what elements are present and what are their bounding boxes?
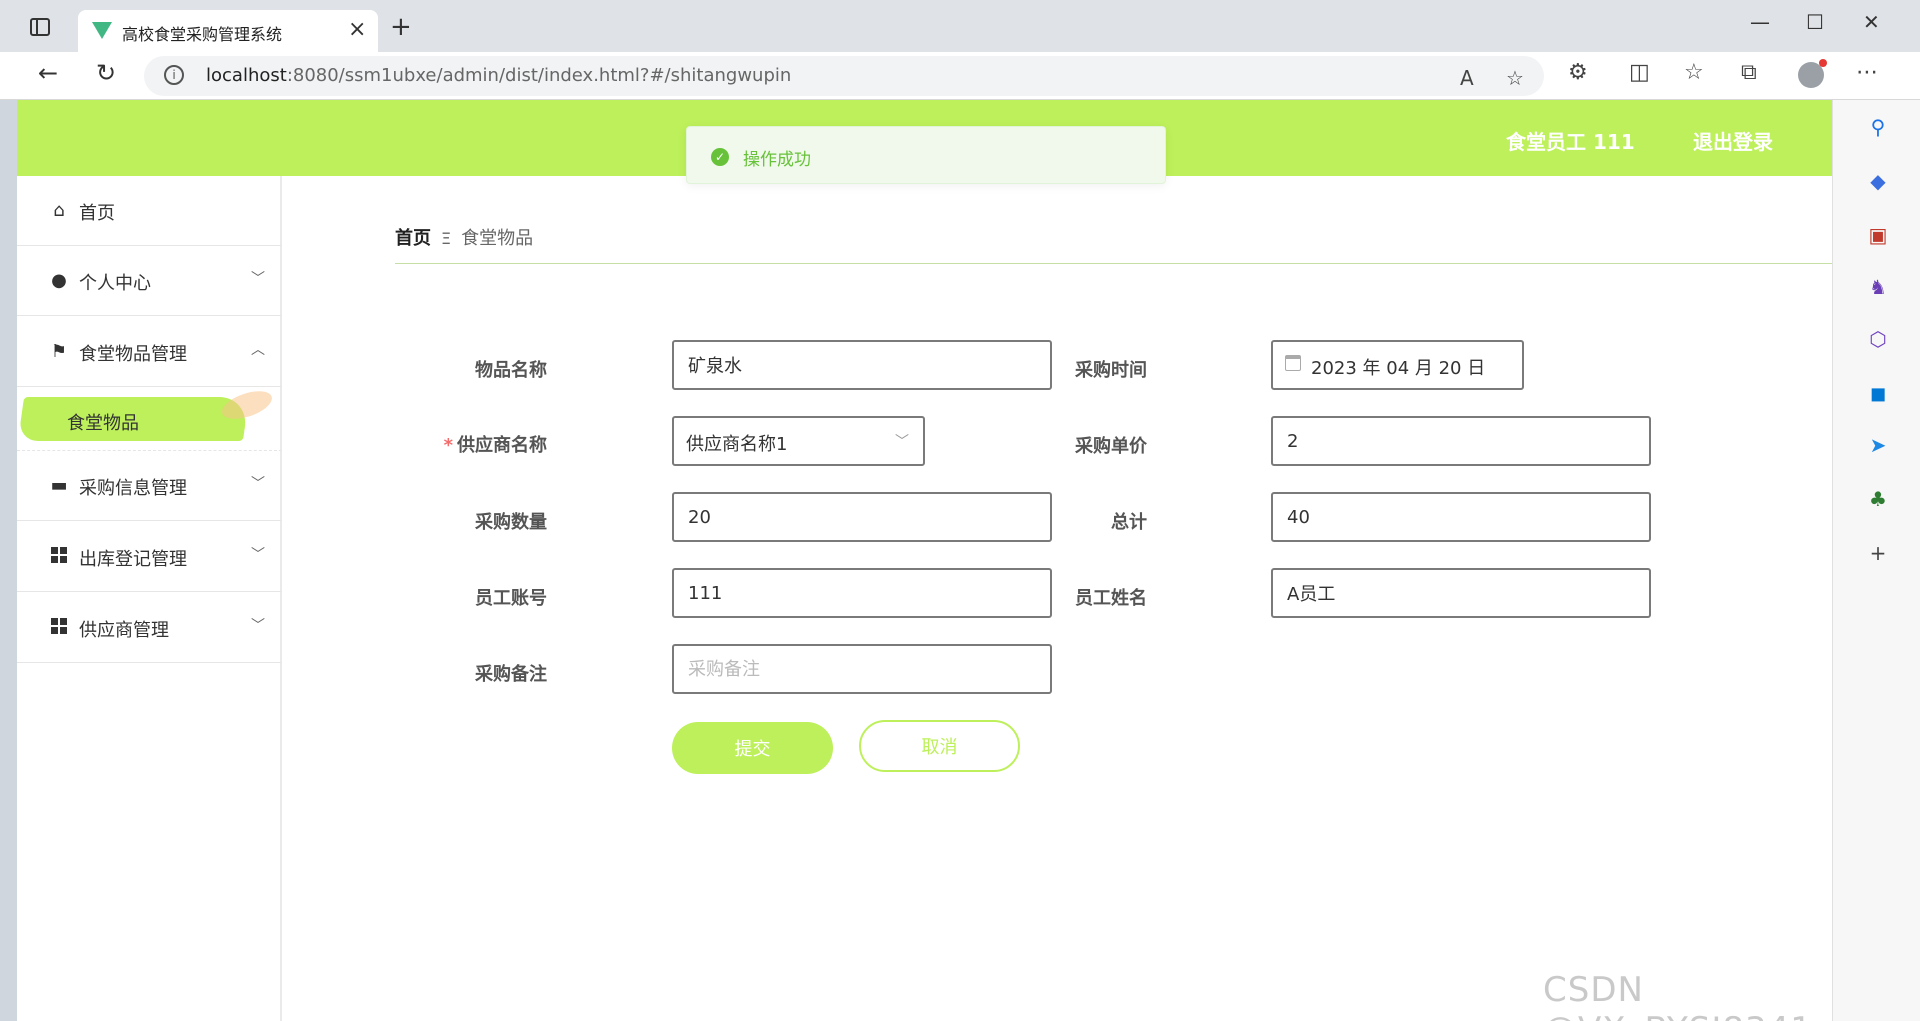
user-icon: ● — [51, 270, 67, 291]
browser-tab-bar: 高校食堂采购管理系统 × + — ☐ ✕ — [0, 0, 1920, 52]
supplier-select[interactable]: 供应商名称1 ﹀ — [672, 416, 925, 466]
more-menu-icon[interactable]: ⋯ — [1856, 62, 1878, 84]
unit-price-input[interactable] — [1271, 416, 1651, 466]
tab-actions-icon[interactable] — [30, 18, 50, 36]
watermark: CSDN @VX_BYSJ8341 — [1543, 970, 1812, 1021]
chevron-down-icon: ﹀ — [251, 271, 265, 287]
logout-button[interactable]: 退出登录 — [1693, 126, 1773, 155]
total-label: 总计 — [1111, 512, 1147, 533]
sidebar-item-home[interactable]: ⌂ 首页 — [17, 176, 282, 246]
staff-account-label: 员工账号 — [475, 588, 547, 609]
browser-side-panel: ⚲ ◆ ▣ ♞ ⬡ ◼ ➤ ♣ + — [1832, 100, 1920, 1021]
success-toast: ✓ 操作成功 — [686, 126, 1166, 184]
copilot-icon[interactable]: ⬡ — [1867, 328, 1889, 350]
app-window: 食堂员工 111 退出登录 ✓ 操作成功 ⌂ 首页 ● 个人中心 ﹀ ⚑ 食堂物… — [17, 100, 1832, 1021]
item-name-input[interactable] — [672, 340, 1052, 390]
purchase-time-label: 采购时间 — [1075, 360, 1147, 381]
reload-icon[interactable]: ↻ — [96, 61, 116, 85]
sidebar-item-label: 首页 — [79, 203, 115, 224]
url-text[interactable]: localhost:8080/ssm1ubxe/admin/dist/index… — [206, 65, 791, 86]
url-field[interactable]: i localhost:8080/ssm1ubxe/admin/dist/ind… — [144, 56, 1544, 96]
sidebar-item-purchase[interactable]: ▬ 采购信息管理 ﹀ — [17, 451, 282, 521]
sidebar-subitem-canteen-goods[interactable]: 食堂物品 — [17, 389, 282, 451]
check-circle-icon: ✓ — [711, 148, 729, 166]
search-icon[interactable]: ⚲ — [1867, 116, 1889, 138]
breadcrumb-current: 食堂物品 — [461, 228, 534, 249]
chevron-down-icon: ﹀ — [251, 547, 265, 563]
back-icon[interactable]: ← — [38, 61, 58, 85]
favorites-icon[interactable]: ☆ — [1684, 62, 1704, 84]
chevron-down-icon: ﹀ — [895, 434, 909, 450]
tab-close-icon[interactable]: × — [348, 17, 366, 42]
tab-title: 高校食堂采购管理系统 — [122, 25, 283, 44]
grid-icon — [49, 547, 69, 567]
tools-icon[interactable]: ▣ — [1867, 224, 1889, 246]
sidebar-item-profile[interactable]: ● 个人中心 ﹀ — [17, 246, 282, 316]
supplier-selected-value: 供应商名称1 — [686, 434, 788, 455]
flag-icon: ⚑ — [50, 341, 68, 362]
extensions-icon[interactable]: ⚙ — [1568, 62, 1588, 84]
remark-input[interactable] — [672, 644, 1052, 694]
games-icon[interactable]: ♞ — [1867, 276, 1889, 298]
purchase-time-value: 2023 年 04 月 20 日 — [1311, 358, 1486, 379]
add-panel-icon[interactable]: + — [1867, 542, 1889, 564]
split-screen-icon[interactable]: ◫ — [1629, 62, 1650, 84]
staff-name-input[interactable] — [1271, 568, 1651, 618]
site-info-icon[interactable]: i — [164, 65, 184, 85]
sidebar-item-label: 出库登记管理 — [79, 549, 187, 570]
chat-icon: ▬ — [50, 475, 68, 496]
quantity-input[interactable] — [672, 492, 1052, 542]
add-favorite-icon[interactable]: ☆ — [1506, 66, 1524, 90]
sidebar-item-label: 供应商管理 — [79, 620, 169, 641]
purchase-time-picker[interactable]: 2023 年 04 月 20 日 — [1271, 340, 1524, 390]
grid-icon — [49, 618, 69, 638]
breadcrumb: 首页 Ξ 食堂物品 — [395, 224, 533, 250]
minimize-icon[interactable]: — — [1750, 10, 1770, 34]
remark-label: 采购备注 — [475, 664, 547, 685]
sidebar-subitem-label: 食堂物品 — [67, 413, 139, 434]
close-window-icon[interactable]: ✕ — [1863, 10, 1880, 34]
total-input[interactable] — [1271, 492, 1651, 542]
outlook-icon[interactable]: ◼ — [1867, 382, 1889, 404]
submit-button[interactable]: 提交 — [672, 722, 833, 774]
chevron-up-icon: ︿ — [251, 342, 265, 358]
staff-account-input[interactable] — [672, 568, 1052, 618]
sidebar-item-label: 采购信息管理 — [79, 478, 187, 499]
vue-logo-icon — [92, 22, 112, 39]
tree-icon[interactable]: ♣ — [1867, 488, 1889, 510]
item-name-label: 物品名称 — [475, 360, 547, 381]
breadcrumb-separator: Ξ — [441, 229, 452, 248]
unit-price-label: 采购单价 — [1075, 436, 1147, 457]
supplier-label: * 供应商名称 — [443, 435, 547, 456]
sidebar-item-label: 食堂物品管理 — [79, 344, 187, 365]
cancel-button[interactable]: 取消 — [859, 720, 1020, 772]
breadcrumb-divider — [395, 263, 1832, 264]
breadcrumb-home[interactable]: 首页 — [395, 228, 431, 249]
quantity-label: 采购数量 — [475, 512, 547, 533]
toast-message: 操作成功 — [743, 150, 811, 170]
sidebar-item-outbound[interactable]: 出库登记管理 ﹀ — [17, 522, 282, 592]
new-tab-icon[interactable]: + — [390, 14, 412, 40]
sidebar-item-supplier[interactable]: 供应商管理 ﹀ — [17, 593, 282, 663]
read-aloud-icon[interactable]: A — [1460, 66, 1474, 90]
maximize-icon[interactable]: ☐ — [1806, 10, 1824, 34]
send-icon[interactable]: ➤ — [1867, 434, 1889, 456]
sidebar: ⌂ 首页 ● 个人中心 ﹀ ⚑ 食堂物品管理 ︿ 食堂物品 ▬ 采购信息管理 ﹀… — [17, 176, 282, 1021]
collections-icon[interactable]: ⧉ — [1741, 62, 1757, 84]
home-icon: ⌂ — [53, 200, 65, 221]
current-user: 食堂员工 111 — [1506, 130, 1635, 154]
chevron-down-icon: ﹀ — [251, 476, 265, 492]
shopping-tag-icon[interactable]: ◆ — [1867, 170, 1889, 192]
calendar-icon — [1285, 355, 1301, 371]
sidebar-item-label: 个人中心 — [79, 273, 151, 294]
staff-name-label: 员工姓名 — [1075, 588, 1147, 609]
profile-avatar-icon[interactable] — [1798, 59, 1827, 88]
chevron-down-icon: ﹀ — [251, 618, 265, 634]
sidebar-item-canteen-goods[interactable]: ⚑ 食堂物品管理 ︿ — [17, 317, 282, 387]
browser-tab[interactable]: 高校食堂采购管理系统 × — [78, 10, 378, 52]
